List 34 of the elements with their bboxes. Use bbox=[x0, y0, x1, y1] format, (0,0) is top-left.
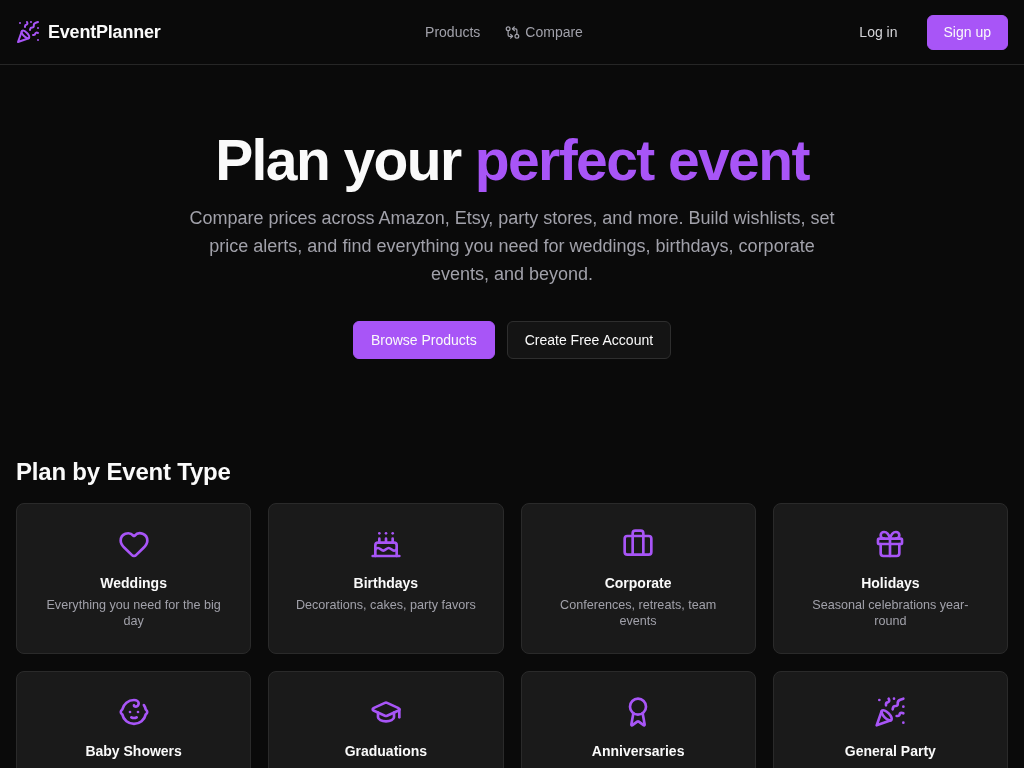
log-in-button[interactable]: Log in bbox=[842, 14, 915, 50]
create-account-button[interactable]: Create Free Account bbox=[506, 321, 672, 359]
party-popper-icon bbox=[874, 696, 907, 728]
compare-icon bbox=[505, 24, 521, 40]
event-type-card[interactable]: Birthdays Decorations, cakes, party favors bbox=[268, 503, 504, 654]
baby-face-icon bbox=[117, 696, 150, 728]
card-title: Baby Showers bbox=[85, 742, 182, 761]
event-type-card[interactable]: Graduations bbox=[268, 671, 504, 768]
event-type-card[interactable]: General Party bbox=[772, 671, 1008, 768]
sign-up-button[interactable]: Sign up bbox=[926, 14, 1008, 50]
party-popper-icon bbox=[16, 20, 40, 44]
card-description: Decorations, cakes, party favors bbox=[295, 597, 476, 613]
event-type-card[interactable]: Anniversaries bbox=[520, 671, 756, 768]
card-title: Birthdays bbox=[353, 574, 419, 593]
card-title: Weddings bbox=[100, 574, 167, 593]
event-type-card[interactable]: Holidays Seasonal celebrations year-round bbox=[772, 503, 1008, 654]
event-type-card[interactable]: Weddings Everything you need for the big day bbox=[16, 503, 252, 654]
nav-link[interactable]: Compare bbox=[505, 24, 583, 40]
card-title: Anniversaries bbox=[591, 742, 685, 761]
hero-subtitle: Compare prices across Amazon, Etsy, party stores, and more. Build wishlists, set price alerts, and find everything you need for weddings, birthdays, corporate events, and beyond. bbox=[188, 207, 836, 286]
card-title: Corporate bbox=[604, 574, 672, 593]
card-description: Seasonal celebrations year-round bbox=[811, 597, 970, 629]
card-title: Holidays bbox=[861, 574, 920, 593]
event-type-card[interactable]: Corporate Conferences, retreats, team events bbox=[520, 503, 756, 654]
section-title: Plan by Event Type bbox=[16, 457, 232, 487]
card-description: Conferences, retreats, team events bbox=[559, 597, 718, 629]
nav-link[interactable]: Products bbox=[425, 24, 481, 40]
hero-title: Plan your perfect event bbox=[215, 129, 809, 192]
card-title: General Party bbox=[844, 742, 936, 761]
browse-products-button[interactable]: Browse Products bbox=[352, 321, 495, 359]
card-description: Everything you need for the big day bbox=[45, 597, 222, 629]
card-title: Graduations bbox=[344, 742, 428, 761]
brand-name[interactable]: EventPlanner bbox=[48, 21, 161, 43]
event-type-card[interactable]: Baby Showers bbox=[16, 671, 252, 768]
